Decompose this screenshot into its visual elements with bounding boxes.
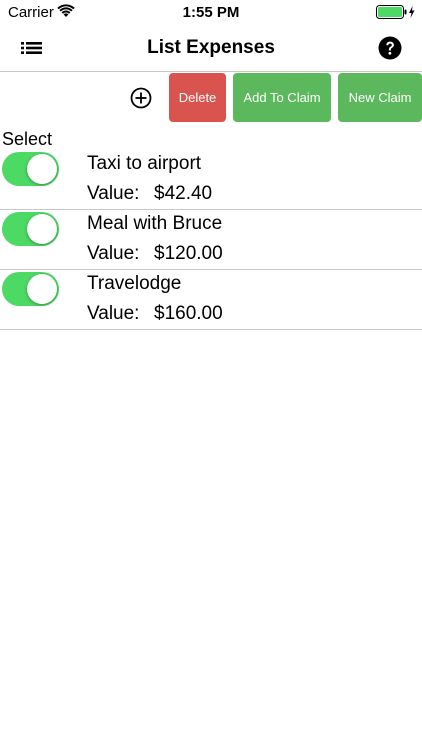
new-claim-button[interactable]: New Claim [338, 73, 422, 122]
list-item: Travelodge Value: $160.00 [0, 270, 422, 330]
expense-name: Meal with Bruce [87, 213, 223, 234]
select-column-label: Select [2, 129, 53, 149]
page-title: List Expenses [147, 37, 275, 58]
plus-circle-icon[interactable] [130, 87, 152, 109]
expense-value-label: Value: [87, 303, 140, 324]
status-time: 1:55 PM [182, 4, 240, 21]
navigation-bar: List Expenses [0, 24, 422, 72]
select-toggle[interactable] [2, 212, 59, 246]
select-toggle[interactable] [2, 272, 59, 306]
expense-value-label: Value: [87, 243, 140, 264]
toggle-knob [27, 154, 57, 184]
toggle-knob [27, 214, 57, 244]
list-item: Taxi to airport Value: $42.40 [0, 150, 422, 210]
expense-value-label: Value: [87, 183, 140, 204]
expense-amount: $160.00 [154, 303, 223, 324]
expense-amount: $42.40 [154, 183, 213, 204]
help-circle-icon[interactable] [378, 36, 402, 60]
status-bar: Carrier 1:55 PM [0, 0, 422, 24]
add-to-claim-button[interactable]: Add To Claim [233, 73, 331, 122]
select-toggle[interactable] [2, 152, 59, 186]
list-item: Meal with Bruce Value: $120.00 [0, 210, 422, 270]
battery-charging-icon [376, 5, 415, 19]
action-toolbar: Delete Add To Claim New Claim [0, 72, 422, 124]
toggle-knob [27, 274, 57, 304]
delete-button[interactable]: Delete [169, 73, 226, 122]
expense-name: Taxi to airport [87, 153, 202, 174]
expense-name: Travelodge [87, 273, 182, 294]
row-divider [0, 329, 422, 330]
expense-amount: $120.00 [154, 243, 223, 264]
